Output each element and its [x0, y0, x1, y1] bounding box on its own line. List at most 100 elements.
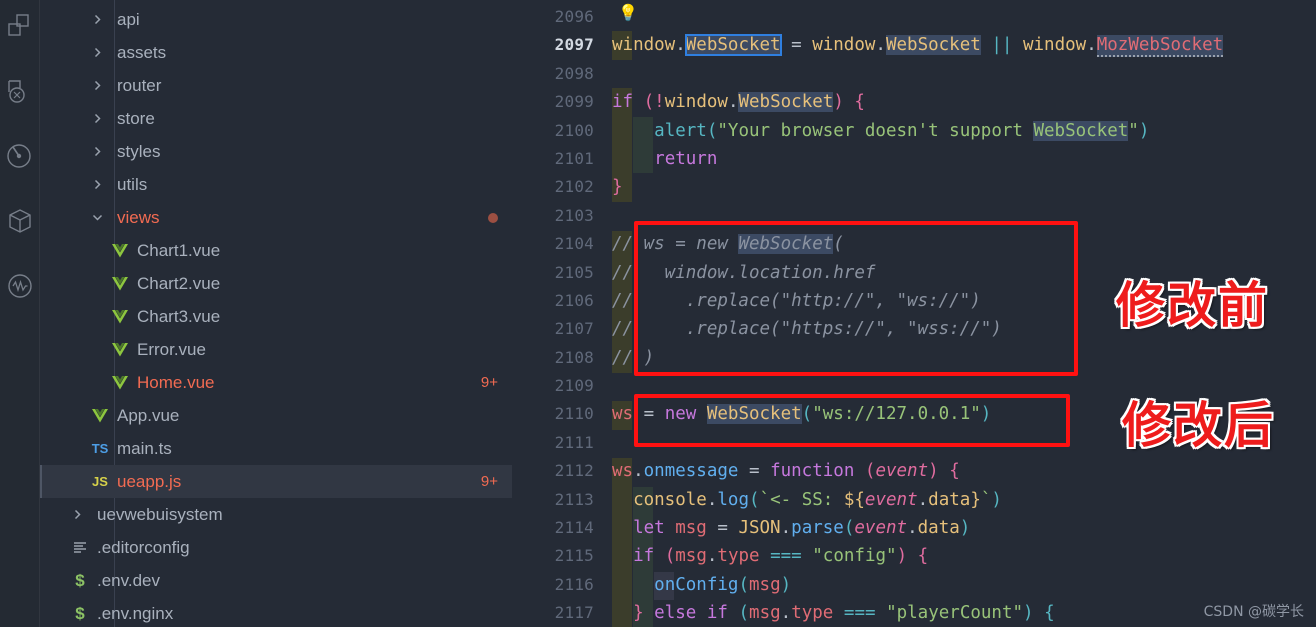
line-number: 2109: [554, 376, 594, 396]
line-number: 2097: [554, 35, 594, 55]
line-number: 2112: [554, 461, 594, 481]
chevron-right-icon[interactable]: [88, 113, 106, 124]
code-line: window.WebSocket = window.WebSocket || w…: [612, 34, 1224, 58]
tree-item-styles[interactable]: styles: [40, 135, 512, 168]
tree-item-label: .editorconfig: [97, 537, 190, 557]
code-line: alert("Your browser doesn't support WebS…: [654, 120, 1150, 141]
annotation-label-after: 修改后: [1122, 397, 1276, 454]
line-number: 2098: [554, 63, 594, 83]
code-line: let msg = JSON.parse(event.data): [633, 518, 971, 539]
line-number: 2101: [554, 148, 594, 168]
tree-item-label: .env.nginx: [97, 603, 174, 623]
tree-item-error-vue[interactable]: Error.vue: [40, 333, 512, 366]
line-number: 2110: [554, 404, 594, 424]
code-line: if (!window.WebSocket) {: [612, 92, 865, 113]
remote-explorer-icon[interactable]: [4, 75, 36, 107]
tree-item-label: utils: [117, 174, 148, 194]
tree-item-label: .env.dev: [97, 570, 161, 590]
chevron-right-icon[interactable]: [88, 47, 106, 58]
chevron-right-icon[interactable]: [88, 179, 106, 190]
tree-item-label: api: [117, 9, 140, 29]
line-number: 2099: [554, 92, 594, 112]
code-line: }: [612, 177, 623, 198]
tree-item-store[interactable]: store: [40, 102, 512, 135]
tree-item-label: Chart3.vue: [137, 306, 221, 326]
line-number: 2116: [554, 574, 594, 594]
testing-icon[interactable]: [4, 140, 36, 172]
tree-item-chart1-vue[interactable]: Chart1.vue: [40, 234, 512, 267]
extensions-icon[interactable]: [4, 10, 36, 42]
vue-file-icon: [108, 243, 132, 258]
typescript-file-icon: TS: [91, 441, 109, 456]
file-explorer[interactable]: api assets router store styles utils views Char…: [40, 0, 512, 627]
chevron-right-icon[interactable]: [88, 146, 106, 157]
tree-item-uevwebuisystem[interactable]: uevwebuisystem: [40, 498, 512, 531]
line-number: 2115: [554, 546, 594, 566]
code-line: ws.onmessage = function (event) {: [612, 461, 960, 482]
tree-item-label: views: [117, 207, 160, 227]
code-line: // ): [612, 347, 655, 368]
modified-indicator-dot: [488, 212, 498, 223]
line-number: 2114: [554, 518, 594, 538]
line-number: 2102: [554, 177, 594, 197]
tree-item-home-vue[interactable]: Home.vue 9+: [40, 366, 512, 399]
line-number: 2117: [554, 603, 594, 623]
line-number: 2104: [554, 234, 594, 254]
vue-file-icon: [108, 375, 132, 390]
code-line: if (msg.type === "config") {: [633, 546, 929, 567]
watermark: CSDN @碳学长: [1203, 604, 1304, 620]
line-number: 2113: [554, 489, 594, 509]
tree-item-label: Chart1.vue: [137, 240, 221, 260]
tree-item-editorconfig[interactable]: .editorconfig: [40, 531, 512, 564]
tree-item-main-ts[interactable]: TS main.ts: [40, 432, 512, 465]
tree-item-ueapp-js[interactable]: JS ueapp.js 9+: [40, 465, 512, 498]
tree-item-app-vue[interactable]: App.vue: [40, 399, 512, 432]
tree-item-label: main.ts: [117, 438, 172, 458]
line-number-gutter: 2096 2097 2098 2099 2100 2101 2102 2103 2104 2105…: [512, 0, 612, 627]
vscode-window: api assets router store styles utils views Char…: [0, 0, 1316, 627]
chevron-right-icon[interactable]: [88, 80, 106, 91]
vue-file-icon: [108, 309, 132, 324]
line-number: 2108: [554, 347, 594, 367]
config-file-icon: [68, 541, 92, 554]
tree-item-label: styles: [117, 141, 161, 161]
tree-item-label: Home.vue: [137, 372, 215, 392]
package-icon[interactable]: [4, 205, 36, 237]
chevron-right-icon[interactable]: [68, 509, 86, 520]
chevron-right-icon[interactable]: [88, 14, 106, 25]
line-number: 2105: [554, 262, 594, 282]
problem-count-badge: 9+: [480, 473, 498, 490]
line-number: 2106: [554, 290, 594, 310]
tree-item-env-dev[interactable]: $ .env.dev: [40, 564, 512, 597]
chevron-down-icon[interactable]: [88, 212, 106, 223]
tree-item-utils[interactable]: utils: [40, 168, 512, 201]
tree-item-chart2-vue[interactable]: Chart2.vue: [40, 267, 512, 300]
tree-item-label: ueapp.js: [117, 471, 182, 491]
tree-item-views[interactable]: views: [40, 201, 512, 234]
env-file-icon: $: [75, 603, 85, 623]
problem-count-badge: 9+: [480, 374, 498, 391]
env-file-icon: $: [75, 570, 85, 590]
annotation-label-before: 修改前: [1116, 277, 1270, 334]
line-number: 2107: [554, 319, 594, 339]
tree-item-assets[interactable]: assets: [40, 36, 512, 69]
tree-item-env-nginx[interactable]: $ .env.nginx: [40, 597, 512, 627]
line-number: 2100: [554, 120, 594, 140]
tree-item-label: router: [117, 75, 162, 95]
code-line: onConfig(msg): [654, 574, 792, 595]
vue-file-icon: [108, 342, 132, 357]
tree-item-label: assets: [117, 42, 167, 62]
tree-item-label: Error.vue: [137, 339, 206, 359]
tree-item-router[interactable]: router: [40, 69, 512, 102]
tree-item-label: App.vue: [117, 405, 180, 425]
vue-file-icon: [88, 408, 112, 423]
file-tree[interactable]: api assets router store styles utils views Char…: [40, 3, 512, 627]
tree-item-api[interactable]: api: [40, 3, 512, 36]
tree-item-chart3-vue[interactable]: Chart3.vue: [40, 300, 512, 333]
activity-bar: [0, 0, 40, 627]
code-line: return: [654, 148, 718, 169]
activity-monitor-icon[interactable]: [4, 270, 36, 302]
code-line: // ws = new WebSocket(: [612, 234, 844, 255]
